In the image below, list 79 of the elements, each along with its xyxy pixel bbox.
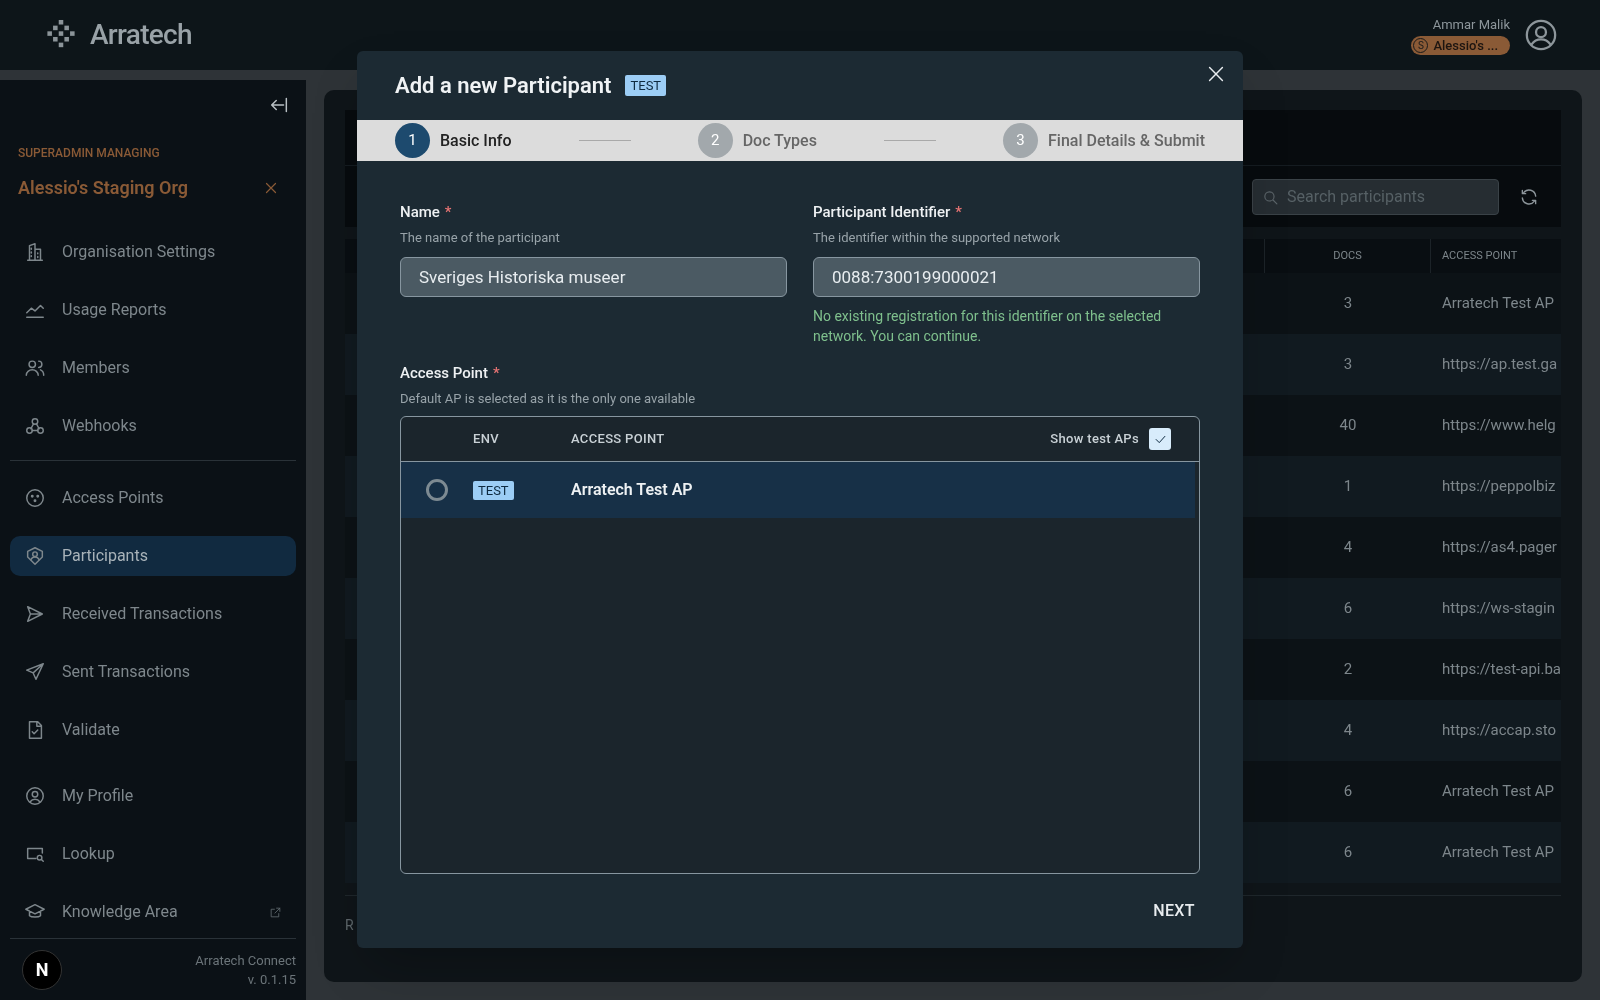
table-cell: https://www.helg <box>1442 416 1556 435</box>
app-version: v. 0.1.15 <box>247 970 296 989</box>
table-cell: https://ws-stagin <box>1442 599 1555 618</box>
send-icon <box>24 661 46 683</box>
nav-item[interactable]: Usage Reports <box>10 290 296 330</box>
checkbox[interactable] <box>1149 428 1171 451</box>
person-badge-icon <box>24 545 46 567</box>
avatar[interactable]: N <box>22 949 62 990</box>
account-icon[interactable] <box>1524 18 1558 52</box>
modal-title: Add a new Participant <box>395 72 612 101</box>
nav-item[interactable]: Received Transactions <box>10 594 296 634</box>
table-cell: Arratech Test AP <box>1442 294 1555 313</box>
nav-item[interactable]: Participants <box>10 536 296 576</box>
table-cell-text: 40 <box>1339 415 1357 437</box>
required-mark: * <box>955 202 962 224</box>
table-cell-text: 4 <box>1343 720 1353 742</box>
step[interactable]: 3 Final Details & Submit <box>1003 123 1205 159</box>
search-icon <box>1262 188 1279 206</box>
people-icon <box>24 357 46 379</box>
table-cell-text: 4 <box>1343 537 1353 559</box>
org-name: Alessio's Staging Org <box>18 176 189 200</box>
webhook-icon <box>24 415 46 437</box>
required-mark: * <box>444 202 452 224</box>
env-badge: TEST <box>473 481 514 501</box>
field-label: Participant Identifier <box>813 202 951 224</box>
nav-item[interactable]: Sent Transactions <box>10 652 296 692</box>
user-circle-icon <box>24 785 46 807</box>
table-cell: https://test-api.ba <box>1442 660 1562 679</box>
column-header: ACCESS POINT <box>1441 247 1519 264</box>
paper-plane-icon <box>24 603 46 625</box>
step[interactable]: 1 Basic Info <box>395 123 512 159</box>
table-cell-text: 6 <box>1343 781 1353 803</box>
org-badge[interactable]: S Alessio's ... <box>1411 36 1510 56</box>
nav-item[interactable]: Webhooks <box>10 406 296 446</box>
table-cell: https://as4.pager <box>1442 538 1557 557</box>
nav-item[interactable]: Members <box>10 348 296 388</box>
field-hint: The name of the participant <box>400 228 561 247</box>
table-cell: https://accap.sto <box>1442 721 1557 740</box>
field-label: Name <box>400 202 440 224</box>
table-cell-text: 3 <box>1343 293 1353 315</box>
table-cell: https://peppolbiz <box>1442 477 1556 496</box>
table-row[interactable]: TEST Arratech Test AP <box>401 462 1195 519</box>
radio-button[interactable] <box>426 479 448 502</box>
text-field[interactable]: Sveriges Historiska museer <box>400 257 787 298</box>
logo-text: Arratech <box>90 17 192 53</box>
next-button[interactable]: NEXT <box>1145 893 1203 929</box>
text-field[interactable]: 0088:7300199000021 <box>813 257 1200 298</box>
refresh-icon[interactable] <box>1519 186 1539 207</box>
env-badge: TEST <box>625 74 667 97</box>
table-cell: Arratech Test AP <box>1442 843 1555 862</box>
user-name: Ammar Malik <box>1432 15 1510 34</box>
table-cell-text: 6 <box>1343 598 1353 620</box>
footer-text: R <box>345 916 354 935</box>
nav-item[interactable]: Validate <box>10 710 296 750</box>
nav-item[interactable]: My Profile <box>10 776 296 816</box>
table-cell-text: 2 <box>1343 659 1353 681</box>
column-header: ACCESS POINT <box>571 430 666 449</box>
table-cell: https://ap.test.ga <box>1442 355 1558 374</box>
section-label: SUPERADMIN MANAGING <box>17 145 161 162</box>
field-hint: The identifier within the supported network <box>813 228 1061 247</box>
validation-message: No existing registration for this identifier on the selected network. You can continue. <box>813 307 1163 347</box>
nav-item[interactable]: Organisation Settings <box>10 232 296 272</box>
building-icon <box>24 241 46 263</box>
nav-item[interactable]: Knowledge Area <box>10 892 296 932</box>
nav-item[interactable]: Lookup <box>10 834 296 874</box>
field-hint: Default AP is selected as it is the only one available <box>400 389 697 408</box>
app-name: Arratech Connect <box>195 951 296 970</box>
table-cell: Arratech Test AP <box>1442 782 1555 801</box>
step[interactable]: 2 Doc Types <box>697 123 817 159</box>
show-test-label: Show test APs <box>1050 430 1139 449</box>
table-cell-text: 6 <box>1343 842 1353 864</box>
column-header: ENV <box>473 430 500 449</box>
dotted-circle-icon <box>24 487 46 509</box>
field-label: Access Point <box>400 363 488 385</box>
nav-item[interactable]: Access Points <box>10 478 296 518</box>
table-cell-text: 1 <box>1343 476 1353 498</box>
table-cell-text: 3 <box>1343 354 1353 376</box>
table-cell-text: Arratech Test AP <box>571 479 693 502</box>
required-mark: * <box>492 363 500 385</box>
